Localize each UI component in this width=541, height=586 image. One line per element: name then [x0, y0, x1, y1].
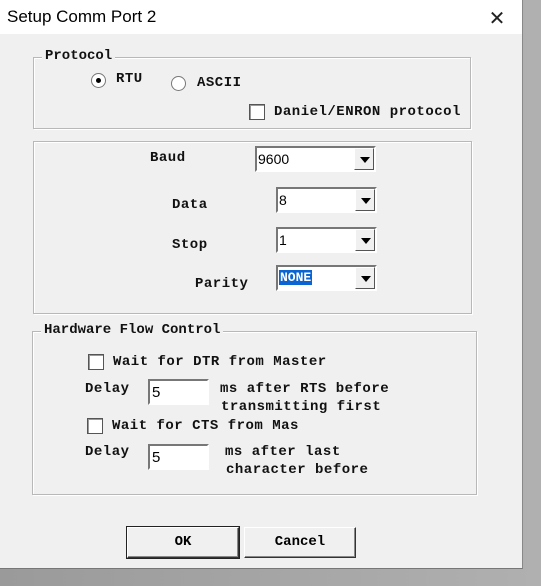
chevron-down-icon[interactable]: [355, 229, 375, 251]
stop-label: Stop: [172, 237, 208, 253]
protocol-legend: Protocol: [42, 48, 116, 64]
data-bits-value: 8: [279, 192, 287, 208]
ok-button[interactable]: OK: [126, 526, 240, 559]
ascii-radio[interactable]: [171, 76, 186, 91]
data-bits-select[interactable]: 8: [276, 187, 377, 213]
cancel-button[interactable]: Cancel: [244, 527, 356, 558]
chevron-down-icon[interactable]: [355, 189, 375, 211]
daniel-enron-label: Daniel/ENRON protocol: [274, 104, 461, 120]
wait-cts-checkbox[interactable]: [87, 418, 103, 434]
window-title: Setup Comm Port 2: [7, 7, 157, 26]
baud-select[interactable]: 9600: [255, 146, 376, 172]
data-label: Data: [172, 197, 208, 213]
delay2-label: Delay: [85, 444, 130, 460]
delay1-input[interactable]: 5: [148, 379, 209, 405]
close-icon[interactable]: ✕: [480, 4, 514, 32]
parity-select[interactable]: NONE: [276, 265, 377, 291]
chevron-down-icon[interactable]: [355, 267, 375, 289]
rtu-radio[interactable]: [91, 73, 106, 88]
delay2-desc-line1: ms after last: [225, 444, 341, 460]
baud-value: 9600: [258, 151, 290, 167]
wait-dtr-checkbox[interactable]: [88, 354, 104, 370]
wait-dtr-label: Wait for DTR from Master: [113, 354, 327, 370]
parity-label: Parity: [195, 276, 249, 292]
wait-cts-label: Wait for CTS from Mas: [112, 418, 299, 434]
setup-comm-port-dialog: Setup Comm Port 2 ✕ Protocol RTU ASCII D…: [0, 0, 523, 569]
daniel-enron-checkbox[interactable]: [249, 104, 265, 120]
delay2-input[interactable]: 5: [148, 444, 209, 470]
flow-legend: Hardware Flow Control: [41, 322, 224, 338]
delay1-label: Delay: [85, 381, 130, 397]
rtu-label: RTU: [116, 71, 143, 87]
title-bar: Setup Comm Port 2 ✕: [0, 0, 522, 34]
ascii-label: ASCII: [197, 75, 242, 91]
chevron-down-icon[interactable]: [354, 148, 374, 170]
delay1-desc-line2: transmitting first: [221, 399, 382, 415]
delay1-desc-line1: ms after RTS before: [220, 381, 390, 397]
baud-label: Baud: [150, 150, 186, 166]
stop-bits-value: 1: [279, 232, 287, 248]
stop-bits-select[interactable]: 1: [276, 227, 377, 253]
serial-settings-group: [33, 141, 472, 314]
delay2-desc-line2: character before: [226, 462, 369, 478]
parity-value: NONE: [279, 270, 313, 285]
